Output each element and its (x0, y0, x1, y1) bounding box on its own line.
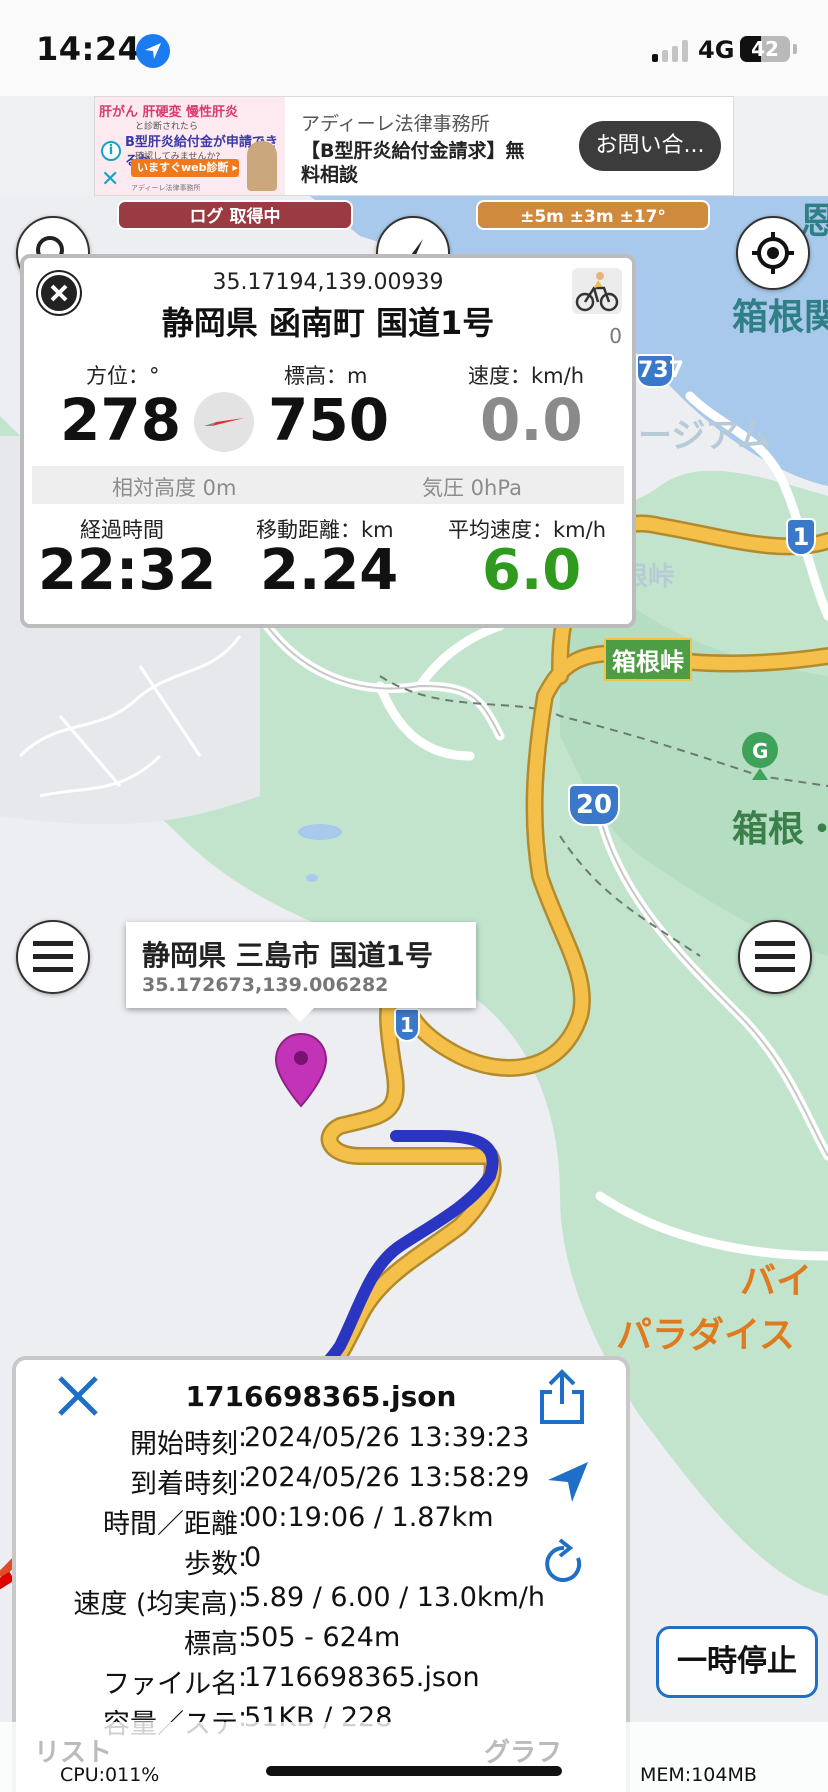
start-time-row: 開始時刻:2024/05/26 13:39:23 (16, 1422, 634, 1462)
location-callout[interactable]: 静岡県 三島市 国道1号 35.172673,139.006282 (126, 922, 476, 1022)
map-label-paradise: パラダイス (616, 1315, 795, 1356)
ad-banner[interactable]: 肝がん 肝硬変 慢性肝炎 と診断されたら B型肝炎給付金が申請できるか 確認して… (94, 96, 734, 196)
elapsed-value: 22:32 (38, 538, 217, 603)
row-value: 0 (244, 1542, 262, 1573)
compass-icon (194, 392, 254, 452)
row-key: 標高 (184, 1629, 238, 1660)
signal-icon (652, 40, 692, 62)
ad-body: 【B型肝炎給付金請求】無料相談 (301, 140, 525, 186)
callout-place: 静岡県 三島市 国道1号 (142, 939, 433, 972)
battery-icon: 42 (740, 36, 790, 62)
ad-advertiser: アディーレ法律事務所 (301, 113, 490, 135)
pressure-strip: 相対高度 0m 気圧 0hPa (32, 466, 624, 504)
current-coordinates: 35.17194,139.00939 (212, 270, 444, 295)
arrival-time-row: 到着時刻:2024/05/26 13:58:29 (16, 1462, 634, 1502)
filename-row: ファイル名:1716698365.json (16, 1662, 634, 1702)
ad-image[interactable]: 肝がん 肝硬変 慢性肝炎 と診断されたら B型肝炎給付金が申請できるか 確認して… (95, 97, 285, 195)
graph-tab[interactable]: グラフ (484, 1732, 562, 1769)
current-location-button[interactable] (736, 216, 810, 290)
svg-text:G: G (752, 739, 768, 763)
share-icon[interactable] (536, 1368, 588, 1426)
ad-close-icon[interactable]: ✕ (101, 167, 119, 192)
menu-right-button[interactable] (738, 920, 812, 994)
route-shield-1-east: 1 (786, 518, 816, 556)
elevation-row: 標高:505 - 624m (16, 1622, 634, 1662)
crosshair-icon (752, 232, 794, 274)
row-key: 開始時刻 (130, 1429, 238, 1460)
current-place: 静岡県 函南町 国道1号 (161, 304, 495, 342)
speed-value: 0.0 (480, 386, 583, 454)
menu-left-button[interactable] (16, 920, 90, 994)
status-bar: 14:24 4G 42 (0, 0, 828, 96)
mode-count: 0 (609, 324, 622, 348)
ad-image-button: いますぐweb診断 ▸ (131, 159, 239, 177)
map-pin-icon[interactable] (274, 1032, 328, 1108)
row-key: 速度 (均実高) (73, 1589, 238, 1620)
route-shield-20: 20 (568, 784, 620, 826)
route-shield-1-west: 1 (394, 1008, 420, 1042)
battery-tip (793, 44, 797, 54)
row-value: 1716698365.json (244, 1662, 480, 1693)
battery-level: 42 (751, 37, 779, 61)
log-status-pill: ログ 取得中 (117, 200, 353, 230)
map-label-hakone-toge: 箱根峠 (604, 638, 692, 681)
pause-button[interactable]: 一時停止 (656, 1626, 818, 1698)
route-shield-737: 737 (636, 354, 684, 388)
map-label-hakone-seki: 箱根関 (732, 297, 828, 338)
ad-info-icon[interactable]: i (101, 141, 121, 161)
accuracy-pill: ±5m ±3m ±17° (476, 200, 710, 230)
row-value: 00:19:06 / 1.87km (244, 1502, 494, 1533)
callout-coordinates: 35.172673,139.006282 (142, 974, 389, 996)
ad-cta-button[interactable]: お問い合... (579, 121, 721, 171)
hamburger-icon (755, 941, 795, 972)
row-key: 到着時刻 (130, 1469, 238, 1500)
home-indicator[interactable] (266, 1766, 562, 1776)
map-label-bai: バイ (740, 1261, 813, 1302)
cpu-usage: CPU:011% (60, 1764, 160, 1786)
track-file-title: 1716698365.json (185, 1380, 457, 1413)
network-type: 4G (698, 36, 735, 64)
ad-person-illustration (247, 141, 277, 191)
heading-value: 278 (60, 386, 182, 454)
row-key: ファイル名 (103, 1669, 238, 1700)
bicycle-mode-button[interactable] (572, 268, 622, 314)
row-value: 5.89 / 6.00 / 13.0km/h (244, 1582, 546, 1613)
row-value: 2024/05/26 13:39:23 (244, 1422, 530, 1453)
steps-row: 歩数:0 (16, 1542, 634, 1582)
avg-speed-value: 6.0 (482, 538, 582, 603)
ad-image-headline: 肝がん 肝硬変 慢性肝炎 (99, 105, 239, 120)
row-key: 歩数 (184, 1549, 238, 1580)
row-value: 2024/05/26 13:58:29 (244, 1462, 530, 1493)
row-key: 時間／距離 (103, 1509, 238, 1540)
hamburger-icon (33, 941, 73, 972)
location-arrow-icon (136, 34, 170, 68)
duration-distance-row: 時間／距離:00:19:06 / 1.87km (16, 1502, 634, 1542)
altitude-value: 750 (268, 386, 390, 454)
status-time: 14:24 (36, 30, 141, 68)
row-value: 505 - 624m (244, 1622, 401, 1653)
memory-usage: MEM:104MB (640, 1764, 757, 1786)
relative-altitude: 相対高度 0m (112, 476, 237, 500)
info-panel: 35.17194,139.00939 静岡県 函南町 国道1号 0 方位：° 標… (20, 254, 636, 628)
bottom-bar: リスト グラフ CPU:011% MEM:104MB (0, 1722, 828, 1792)
speed-row: 速度 (均実高):5.89 / 6.00 / 13.0km/h (16, 1582, 634, 1622)
ad-image-footer: アディーレ法律事務所 (131, 184, 201, 192)
cyclist-icon (575, 272, 619, 312)
distance-value: 2.24 (260, 538, 399, 603)
air-pressure: 気圧 0hPa (422, 476, 522, 500)
map-label-hakone: 箱根・ (732, 809, 828, 850)
